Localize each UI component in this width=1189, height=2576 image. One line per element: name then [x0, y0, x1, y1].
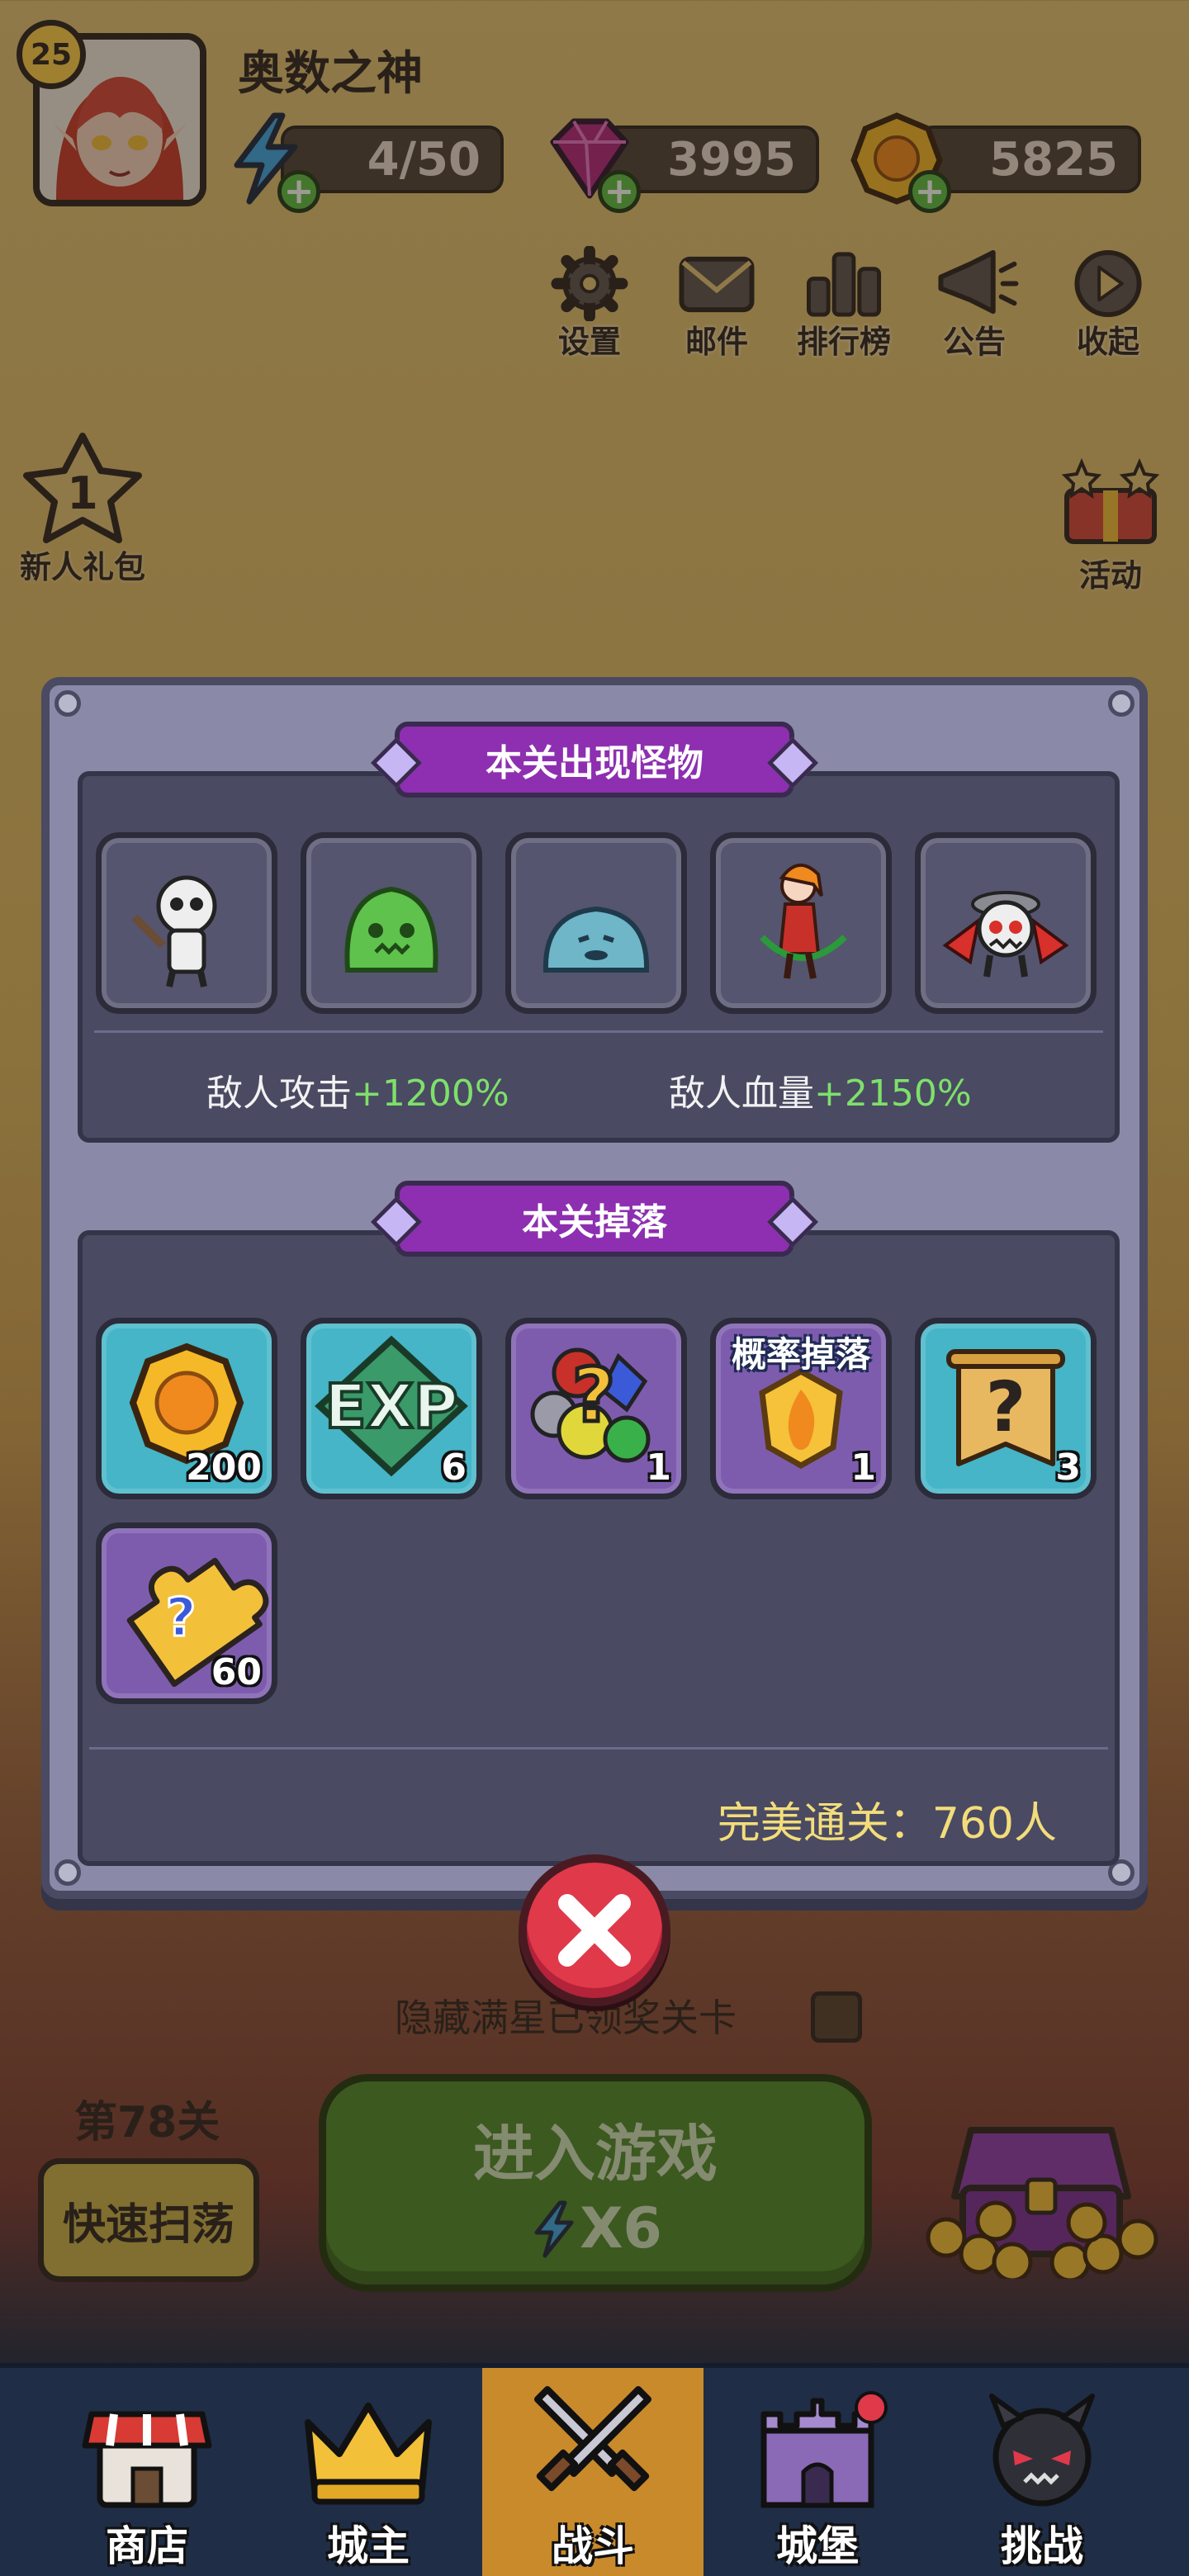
exp-text: EXP [324, 1371, 458, 1442]
nav-castle-label: 城堡 [776, 2522, 859, 2570]
nav-challenge[interactable]: 挑战 [931, 2368, 1153, 2576]
monster-green-slime[interactable] [301, 832, 482, 1014]
drop-exp[interactable]: EXP 6 [301, 1318, 482, 1499]
drop-gold-coin[interactable]: 200 [96, 1318, 277, 1499]
svg-text:?: ? [986, 1366, 1026, 1447]
skull-bat-icon [942, 891, 1069, 978]
monster-skeleton[interactable] [96, 832, 277, 1014]
nav-shop[interactable]: 商店 [36, 2368, 258, 2576]
drop-puzzle-piece[interactable]: ? 60 [96, 1522, 277, 1704]
probability-drop-badge: 概率掉落 [731, 1334, 870, 1375]
drop-count: 60 [211, 1651, 262, 1693]
nav-lord-label: 城主 [327, 2522, 410, 2570]
monster-blue-slime[interactable] [505, 832, 687, 1014]
divider [94, 1030, 1103, 1033]
drop-count: 3 [1055, 1447, 1081, 1489]
close-icon [558, 1894, 631, 1967]
drops-title: 本关掉落 [522, 1201, 667, 1243]
nav-challenge-label: 挑战 [1001, 2522, 1083, 2570]
rivet [54, 1859, 81, 1886]
perfect-clear-count: 完美通关：760人 [717, 1799, 1057, 1849]
drop-count: 1 [850, 1447, 876, 1489]
nav-shop-label: 商店 [106, 2522, 188, 2570]
crown-icon [305, 2403, 432, 2505]
drop-count: 6 [441, 1447, 467, 1489]
rivet [1108, 690, 1135, 717]
nav-castle[interactable]: 城堡 [707, 2368, 928, 2576]
swords-icon [534, 2386, 651, 2492]
enemy-attack-label: 敌人攻击 [206, 1073, 352, 1115]
drop-random-gem[interactable]: ? 1 [505, 1318, 687, 1499]
demon-icon [989, 2394, 1095, 2507]
drop-count: 1 [646, 1447, 671, 1489]
nav-battle-label: 战斗 [552, 2522, 634, 2570]
blue-slime-icon [542, 906, 650, 973]
rivet [54, 690, 81, 717]
shop-icon [82, 2411, 212, 2508]
svg-text:?: ? [165, 1588, 196, 1649]
enemy-hp-label: 敌人血量 [669, 1073, 814, 1115]
enemy-hp-value: +2150% [814, 1073, 972, 1115]
drop-fire-crystal[interactable]: 概率掉落 1 [710, 1318, 892, 1499]
enemy-attack-value: +1200% [352, 1073, 509, 1115]
monsters-title: 本关出现怪物 [486, 742, 703, 784]
close-modal-button[interactable] [519, 1854, 670, 2006]
monsters-title-ribbon: 本关出现怪物 [370, 722, 819, 798]
drops-title-ribbon: 本关掉落 [370, 1181, 819, 1257]
drop-mystery-scroll[interactable]: ? 3 [915, 1318, 1097, 1499]
stage-info-modal: 敌人攻击+1200% 敌人血量+2150% 本关出现怪物 200 EXP 6 ?… [41, 677, 1148, 1899]
drop-count: 200 [186, 1447, 262, 1489]
monsters-section: 敌人攻击+1200% 敌人血量+2150% [78, 771, 1120, 1143]
nav-battle[interactable]: 战斗 [482, 2368, 703, 2576]
nav-lord[interactable]: 城主 [258, 2368, 479, 2576]
bottom-nav: 商店 城主 战斗 城堡 挑战 [0, 2363, 1189, 2576]
divider [89, 1747, 1108, 1750]
monster-skull-bat[interactable] [915, 832, 1097, 1014]
enemy-attack-stat: 敌人攻击+1200% [206, 1063, 509, 1116]
green-slime-icon [344, 886, 438, 973]
drops-section: 200 EXP 6 ? 1 概率掉落 1 ? 3 ? 60 完美通关：760人 [78, 1230, 1120, 1866]
elf-archer-icon [760, 864, 847, 979]
castle-icon [760, 2391, 888, 2508]
monster-elf-archer[interactable] [710, 832, 892, 1014]
svg-text:?: ? [572, 1352, 615, 1439]
enemy-hp-stat: 敌人血量+2150% [669, 1063, 972, 1116]
skeleton-icon [131, 875, 217, 987]
